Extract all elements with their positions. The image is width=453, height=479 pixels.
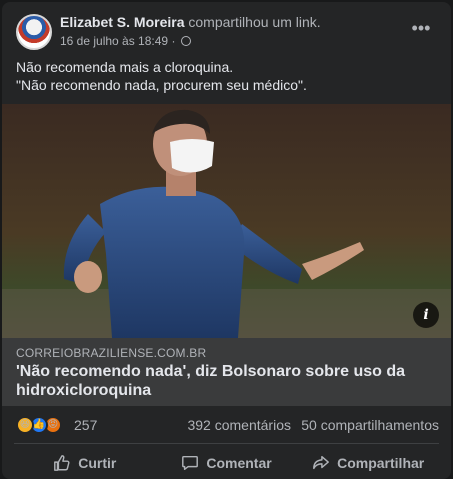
post-text: Não recomenda mais a cloroquina. "Não re…: [16, 58, 437, 94]
info-button[interactable]: i: [413, 302, 439, 328]
comments-count[interactable]: 392 comentários: [187, 417, 291, 433]
post-text-line-1: Não recomenda mais a cloroquina.: [16, 59, 234, 75]
share-label: Compartilhar: [337, 455, 425, 471]
post-actions: Curtir Comentar Compartilhar: [14, 448, 439, 478]
actions-divider: [14, 443, 439, 444]
link-title: 'Não recomendo nada', diz Bolsonaro sobr…: [16, 363, 406, 399]
comment-label: Comentar: [206, 455, 272, 471]
share-icon: [313, 455, 330, 470]
link-preview[interactable]: CORREIOBRAZILIENSE.COM.BR 'Não recomendo…: [2, 338, 451, 406]
haha-reaction-icon: 😆: [16, 416, 34, 434]
post-action-text: compartilhou um link.: [188, 14, 321, 30]
post-header: Elizabet S. Moreira compartilhou um link…: [14, 12, 439, 56]
globe-icon: [180, 36, 191, 46]
meta-separator: ·: [171, 34, 176, 48]
avatar[interactable]: [16, 14, 52, 50]
share-button[interactable]: Compartilhar: [297, 448, 439, 478]
like-button[interactable]: Curtir: [14, 448, 156, 478]
author-line: Elizabet S. Moreira compartilhou um link…: [60, 14, 321, 30]
link-image[interactable]: i: [2, 104, 451, 338]
comment-icon: [182, 455, 199, 471]
comment-button[interactable]: Comentar: [156, 448, 298, 478]
thumbs-up-icon: [54, 455, 70, 471]
post-text-line-2: "Não recomendo nada, procurem seu médico…: [16, 77, 307, 93]
post-card: Elizabet S. Moreira compartilhou um link…: [2, 2, 451, 479]
like-label: Curtir: [78, 455, 117, 471]
reaction-count[interactable]: 257: [74, 417, 97, 433]
post-timestamp[interactable]: 16 de julho às 18:49: [60, 34, 168, 48]
shares-count[interactable]: 50 compartilhamentos: [301, 417, 439, 433]
link-photo: [2, 104, 451, 338]
post-stats: 😆 👍 😡 257 392 comentários 50 compartilha…: [16, 414, 439, 436]
post-meta: 16 de julho às 18:49 ·: [60, 34, 191, 48]
link-domain: CORREIOBRAZILIENSE.COM.BR: [16, 346, 207, 360]
more-options-button[interactable]: •••: [407, 18, 435, 46]
author-name[interactable]: Elizabet S. Moreira: [60, 14, 184, 30]
